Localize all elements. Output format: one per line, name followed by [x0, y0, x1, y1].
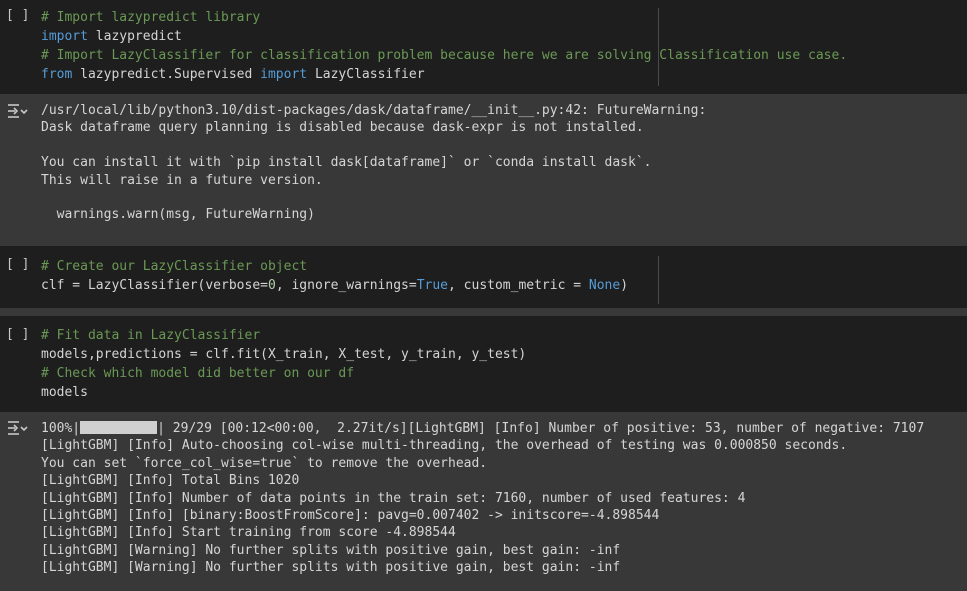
- code-token: models,predictions = clf.fit(X_train, X_…: [41, 347, 527, 362]
- output-line: [LightGBM] [Info] Number of data points …: [41, 490, 746, 506]
- output-line: Dask dataframe query planning is disable…: [41, 120, 644, 136]
- code-token: # Create our LazyClassifier object: [41, 259, 308, 274]
- code-token: None: [588, 278, 621, 293]
- code-line: models: [41, 383, 526, 402]
- code-line: from lazypredict.Supervised import LazyC…: [41, 65, 847, 84]
- code-token: LazyClassifier: [307, 67, 425, 82]
- code-cell-import[interactable]: [ ] # Import lazypredict library import l…: [0, 0, 967, 94]
- output-toggle-icon[interactable]: [6, 102, 28, 120]
- code-editor[interactable]: # Fit data in LazyClassifier models,predi…: [41, 326, 526, 402]
- code-token: lazypredict: [87, 29, 182, 44]
- output-line: [LightGBM] [Info] [binary:BoostFromScore…: [41, 507, 660, 523]
- code-line: clf = LazyClassifier(verbose=0, ignore_w…: [41, 276, 628, 295]
- output-line: You can set `force_col_wise=true` to rem…: [41, 455, 488, 471]
- code-token: # Import LazyClassifier for classificati…: [41, 48, 848, 63]
- cell-output-warning: /usr/local/lib/python3.10/dist-packages/…: [0, 94, 967, 246]
- code-token: ): [620, 278, 629, 293]
- output-line: [LightGBM] [Warning] No further splits w…: [41, 560, 621, 576]
- code-cell-create-classifier[interactable]: [ ] # Create our LazyClassifier object cl…: [0, 246, 967, 308]
- code-line: # Import lazypredict library: [41, 8, 847, 27]
- run-cell-button[interactable]: [ ]: [6, 8, 29, 23]
- output-line: [LightGBM] [Info] Total Bins 1020: [41, 473, 300, 489]
- code-token: from: [41, 67, 73, 82]
- code-token: 0: [267, 278, 276, 293]
- code-token: models: [41, 385, 88, 400]
- output-line: [LightGBM] [Warning] No further splits w…: [41, 542, 621, 558]
- ruler-line: [658, 256, 659, 304]
- output-text: /usr/local/lib/python3.10/dist-packages/…: [41, 102, 714, 224]
- run-cell-button[interactable]: [ ]: [6, 257, 29, 272]
- code-line: # Create our LazyClassifier object: [41, 257, 628, 276]
- code-token: , ignore_warnings=: [275, 278, 417, 293]
- progress-line: 100%| | 29/29 [00:12<00:00, 2.27it/s][Lig…: [41, 420, 924, 437]
- output-line: warnings.warn(msg, FutureWarning): [41, 207, 315, 223]
- code-token: True: [416, 278, 449, 293]
- output-line: [LightGBM] [Info] Start training from sc…: [41, 525, 456, 541]
- code-token: import: [260, 67, 308, 82]
- code-token: # Check which model did better on our df: [41, 366, 355, 381]
- code-token: # Import lazypredict library: [41, 10, 261, 25]
- code-line: models,predictions = clf.fit(X_train, X_…: [41, 345, 526, 364]
- output-toggle-icon[interactable]: [6, 419, 28, 437]
- code-line: # Fit data in LazyClassifier: [41, 326, 526, 345]
- code-line: # Check which model did better on our df: [41, 364, 526, 383]
- output-line: /usr/local/lib/python3.10/dist-packages/…: [41, 103, 715, 118]
- code-token: lazypredict.Supervised: [72, 67, 261, 82]
- ruler-line: [658, 8, 659, 86]
- code-line: import lazypredict: [41, 27, 847, 46]
- output-line: You can install it with `pip install das…: [41, 155, 652, 171]
- run-cell-button[interactable]: [ ]: [6, 327, 29, 342]
- output-line: This will raise in a future version.: [41, 172, 323, 188]
- progress-text: | 29/29 [00:12<00:00, 2.27it/s][LightGBM…: [157, 421, 925, 436]
- code-cell-fit[interactable]: [ ] # Fit data in LazyClassifier models,p…: [0, 316, 967, 412]
- code-token: # Fit data in LazyClassifier: [41, 328, 261, 343]
- code-token: clf = LazyClassifier(verbose=: [41, 278, 268, 293]
- output-line: [LightGBM] [Info] Auto-choosing col-wise…: [41, 438, 848, 454]
- code-editor[interactable]: # Create our LazyClassifier object clf = …: [41, 257, 628, 295]
- output-text: 100%| | 29/29 [00:12<00:00, 2.27it/s][Lig…: [41, 420, 924, 577]
- code-editor[interactable]: # Import lazypredict library import lazyp…: [41, 8, 847, 84]
- code-token: , custom_metric =: [448, 278, 589, 293]
- cell-output-lightgbm: 100%| | 29/29 [00:12<00:00, 2.27it/s][Lig…: [0, 412, 967, 591]
- code-token: import: [41, 29, 88, 44]
- progress-bar: [80, 421, 158, 434]
- progress-percent: 100%|: [41, 421, 81, 436]
- code-line: # Import LazyClassifier for classificati…: [41, 46, 847, 65]
